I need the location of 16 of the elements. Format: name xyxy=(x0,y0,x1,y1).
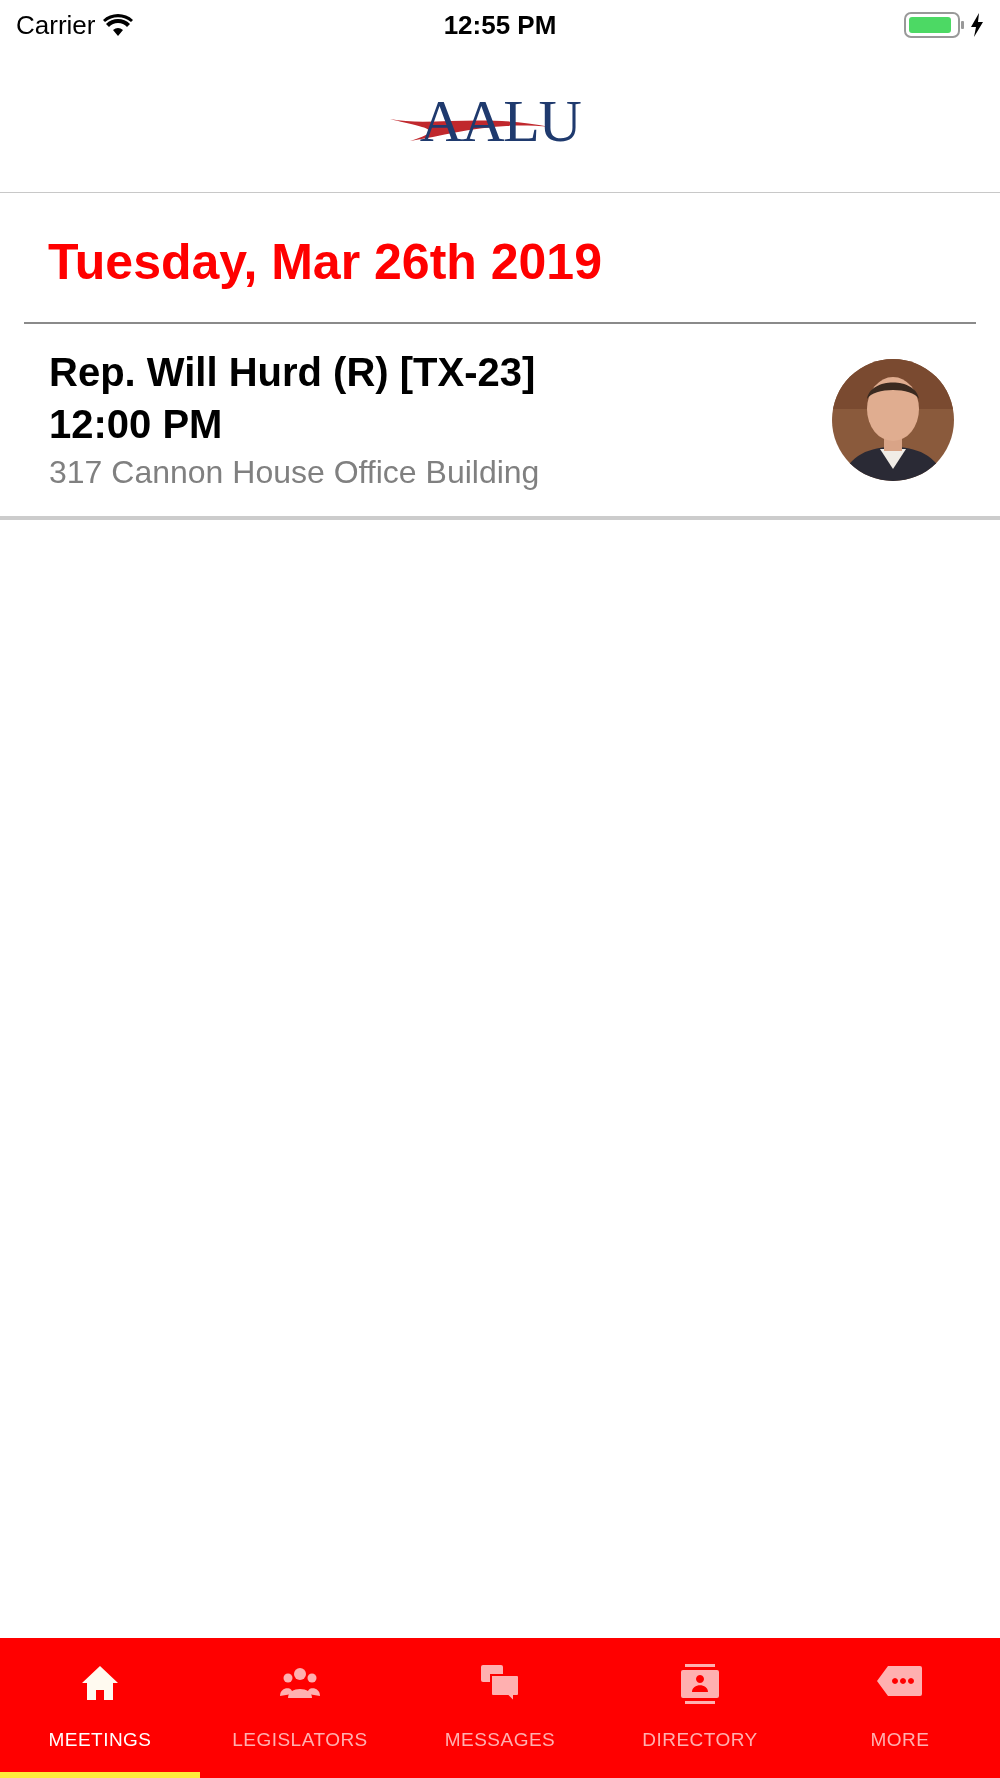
battery-icon xyxy=(904,12,966,38)
contact-card-icon xyxy=(680,1664,720,1704)
tab[interactable]: MESSAGES xyxy=(400,1638,600,1778)
meeting-row[interactable]: Rep. Will Hurd (R) [TX-23] 12:00 PM 317 Cannon House Office Building xyxy=(0,324,1000,520)
meeting-time: 12:00 PM xyxy=(49,401,224,448)
status-time: 12:55 PM xyxy=(443,8,557,42)
tab[interactable]: LEGISLATORS xyxy=(200,1638,400,1778)
charging-icon xyxy=(970,13,984,37)
meeting-name: Rep. Will Hurd (R) [TX-23] xyxy=(49,349,537,396)
meeting-location: 317 Cannon House Office Building xyxy=(49,453,540,492)
tab[interactable]: MEETINGS xyxy=(0,1638,200,1778)
carrier-name: Carrier xyxy=(16,8,96,42)
tab[interactable]: MORE xyxy=(800,1638,1000,1778)
wifi-icon xyxy=(103,14,134,36)
date-heading: Tuesday, Mar 26th 2019 xyxy=(24,193,976,324)
tab[interactable]: DIRECTORY xyxy=(600,1638,800,1778)
